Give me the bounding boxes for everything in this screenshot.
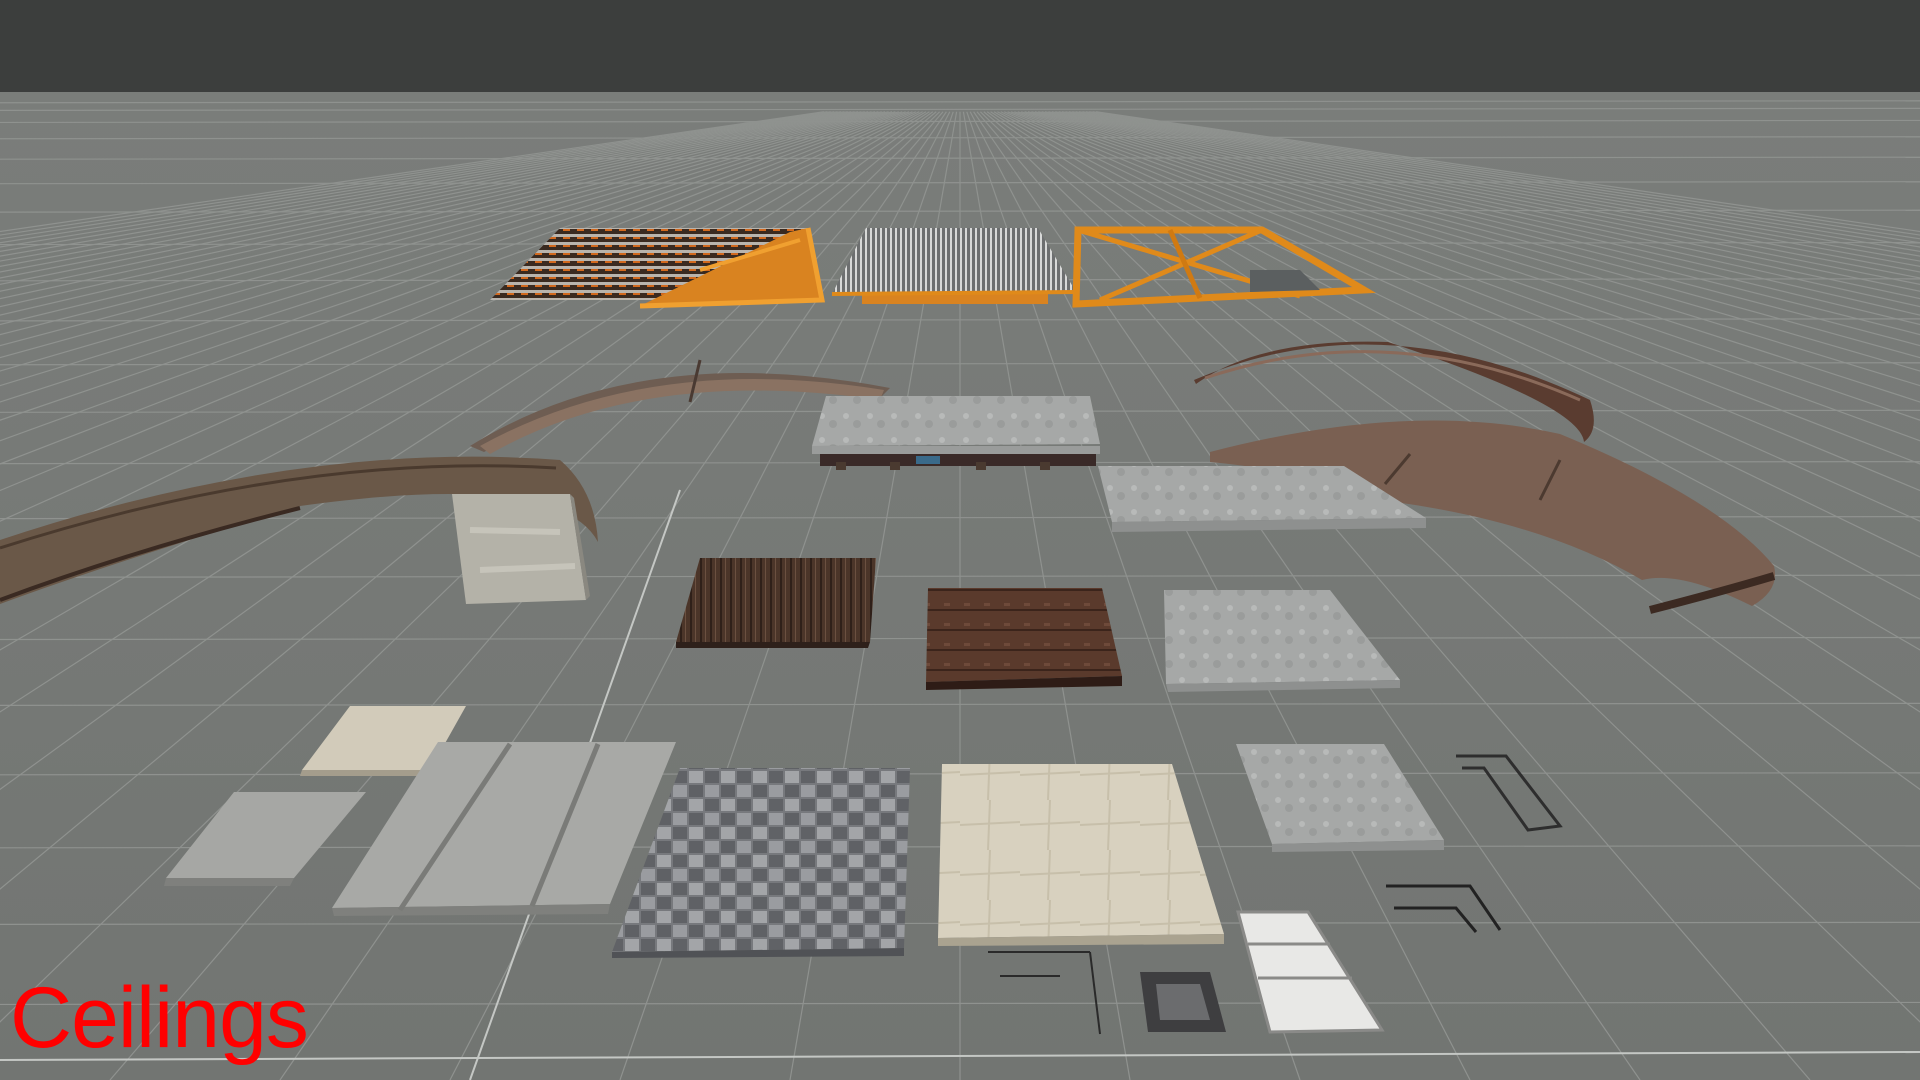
sky-background bbox=[0, 0, 1920, 92]
viewport-3d-scene bbox=[0, 0, 1920, 1080]
dark-wood-planks-tile bbox=[676, 558, 876, 648]
metal-grating-ceiling bbox=[831, 228, 1077, 304]
rusty-metal-panel-tile bbox=[926, 588, 1122, 690]
page-title: Ceilings bbox=[10, 970, 309, 1066]
concrete-block-standing bbox=[452, 494, 590, 604]
concrete-slab-on-beams bbox=[812, 396, 1100, 470]
